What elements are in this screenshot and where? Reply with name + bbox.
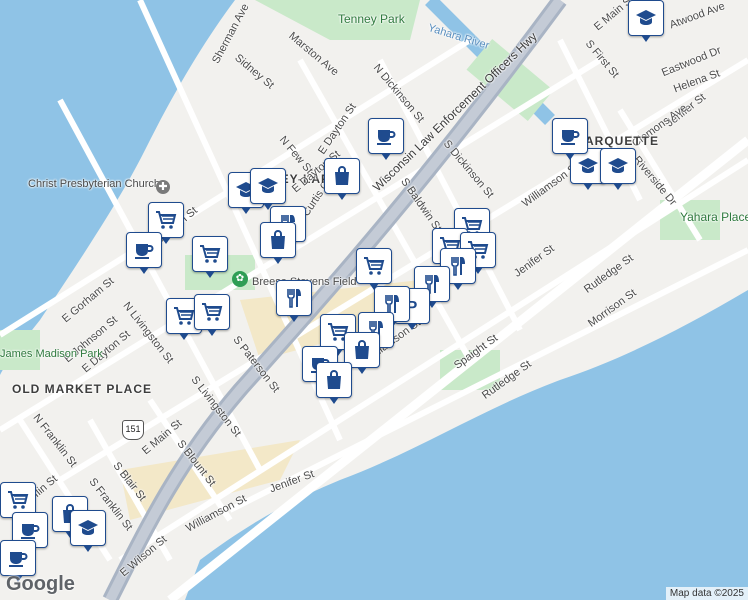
bag-pin[interactable]: [316, 362, 352, 404]
cart-pin[interactable]: [194, 294, 230, 336]
cafe-icon: [561, 130, 580, 145]
map-attribution[interactable]: Map data ©2025: [665, 587, 748, 600]
school-icon: [258, 178, 278, 193]
bag-icon: [327, 370, 341, 389]
cart-icon: [8, 491, 29, 509]
cart-pin[interactable]: [356, 248, 392, 290]
school-icon: [608, 158, 628, 173]
yahara-place-park-label: Yahara Place Park: [680, 210, 748, 224]
school-pin[interactable]: [600, 148, 636, 190]
cafe-pin[interactable]: [126, 232, 162, 274]
park-icon: ✿: [232, 271, 248, 287]
old-market-place-label: OLD MARKET PLACE: [12, 382, 152, 396]
cart-icon: [364, 257, 385, 275]
google-logo: Google: [6, 573, 75, 595]
school-icon: [78, 520, 98, 535]
tenney-park-label: Tenney Park: [338, 12, 405, 26]
bag-icon: [271, 230, 285, 249]
cafe-icon: [9, 552, 28, 567]
cart-icon: [200, 245, 221, 263]
bag-pin[interactable]: [260, 222, 296, 264]
route-151-shield: 151: [122, 420, 144, 440]
james-madison-label: James Madison Park: [0, 348, 103, 360]
cart-icon: [202, 303, 223, 321]
food-icon: [287, 289, 301, 308]
school-icon: [636, 10, 656, 25]
bag-icon: [355, 340, 369, 359]
bag-icon: [335, 166, 349, 185]
cafe-icon: [377, 130, 396, 145]
bag-pin[interactable]: [324, 158, 360, 200]
cart-icon: [156, 211, 177, 229]
cafe-pin[interactable]: [368, 118, 404, 160]
cafe-pin[interactable]: [0, 540, 36, 582]
school-pin[interactable]: [70, 510, 106, 552]
cart-icon: [174, 307, 195, 325]
food-pin[interactable]: [276, 280, 312, 322]
school-pin[interactable]: [628, 0, 664, 42]
cafe-pin[interactable]: [552, 118, 588, 160]
church-icon: ✚: [156, 180, 170, 194]
cafe-icon: [21, 524, 40, 539]
school-pin[interactable]: [250, 168, 286, 210]
cart-pin[interactable]: [192, 236, 228, 278]
christ-church-label: Christ Presbyterian Church: [28, 178, 161, 190]
map-canvas[interactable]: Tenney Park Yahara River Sherman Ave Sid…: [0, 0, 748, 600]
cafe-icon: [135, 244, 154, 259]
school-icon: [578, 158, 598, 173]
